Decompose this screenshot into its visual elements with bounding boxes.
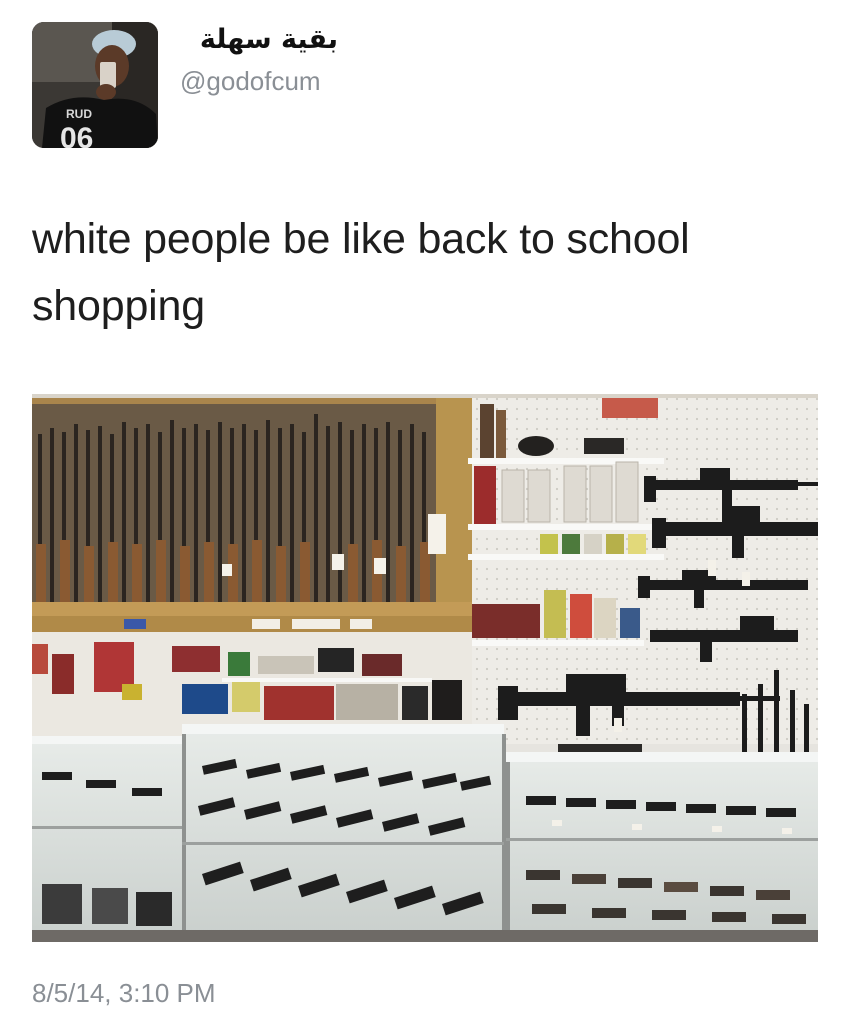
- avatar-shirt-number: 06: [60, 122, 93, 148]
- display-name[interactable]: بقية سهلة: [178, 24, 338, 55]
- user-handle[interactable]: @godofcum: [180, 66, 321, 97]
- tweet-text: white people be like back to school shop…: [32, 215, 690, 330]
- gun-store-photo: [32, 394, 818, 942]
- avatar[interactable]: RUD 06: [32, 22, 158, 148]
- avatar-shirt-text: RUD: [66, 107, 92, 121]
- timestamp[interactable]: 8/5/14, 3:10 PM: [32, 978, 216, 1009]
- tweet-photo[interactable]: [32, 394, 818, 942]
- tweet-card: RUD 06 بقية سهلة @godofcum white people …: [0, 0, 850, 1035]
- avatar-image: RUD 06: [32, 22, 158, 148]
